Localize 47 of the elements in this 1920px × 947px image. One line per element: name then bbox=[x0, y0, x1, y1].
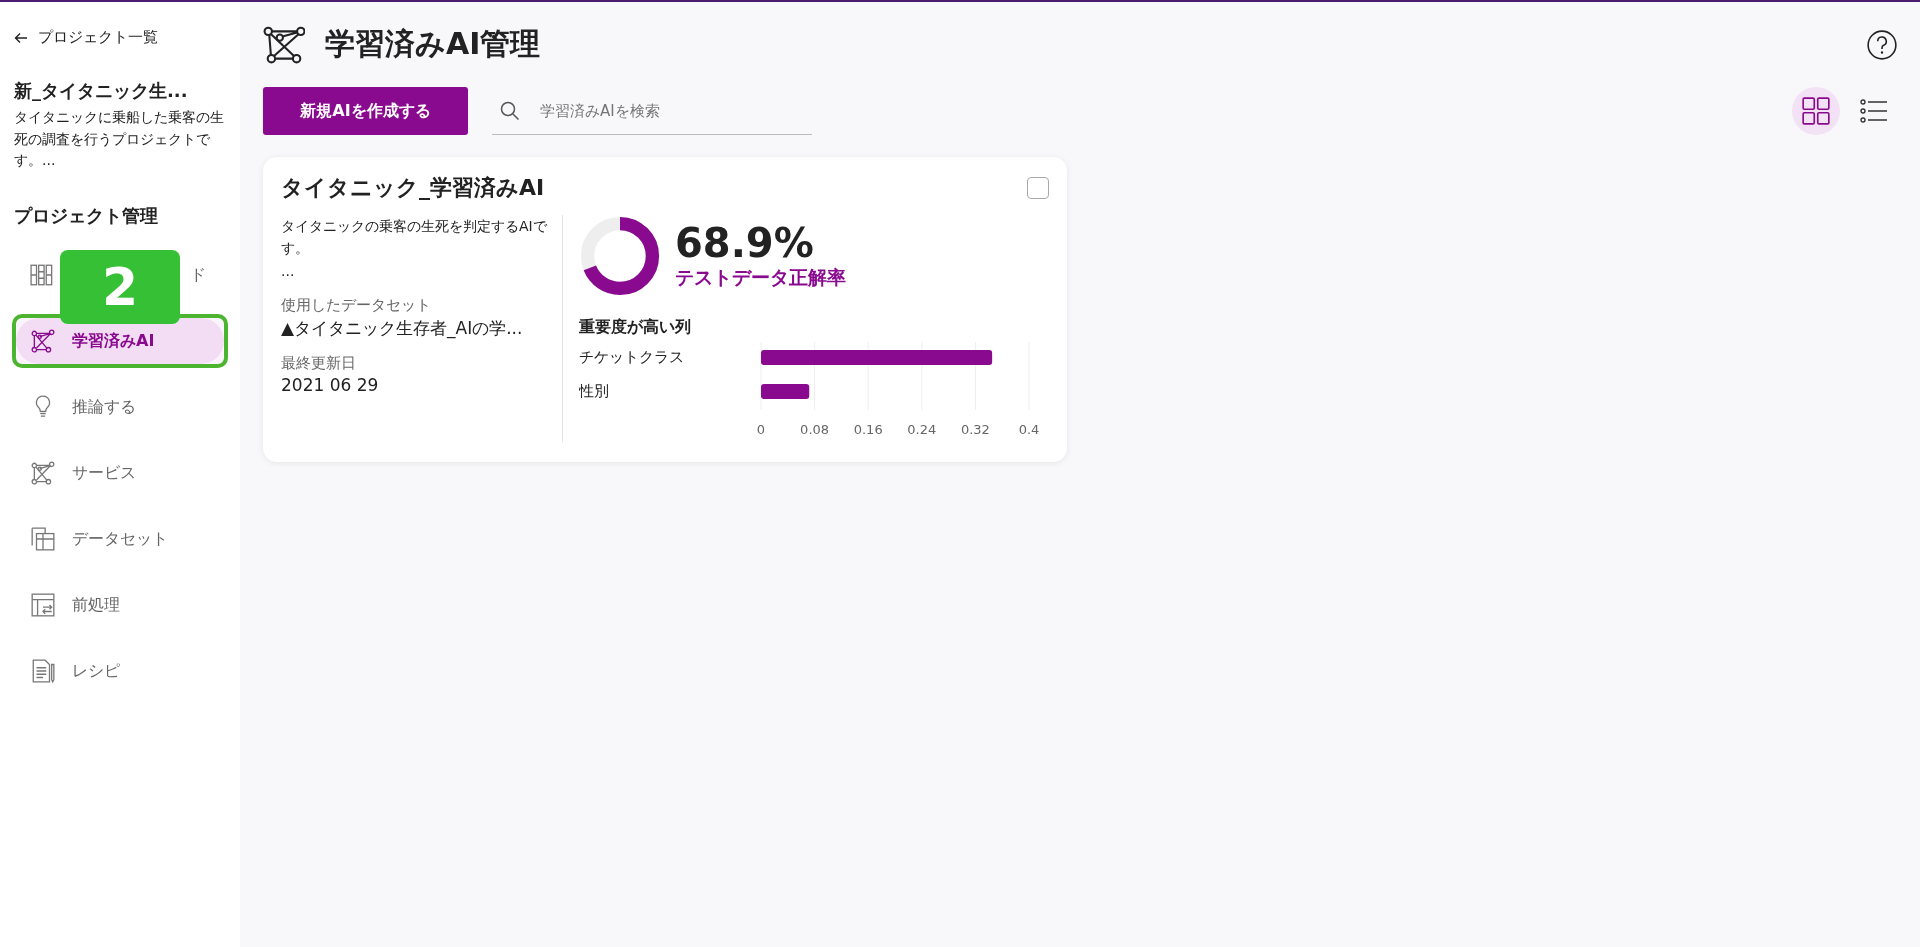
importance-bar bbox=[761, 384, 810, 399]
card-title: タイタニック_学習済みAI bbox=[281, 174, 545, 202]
page-title: 学習済みAI管理 bbox=[325, 25, 541, 63]
table-arrows-icon bbox=[30, 592, 56, 619]
axis-tick-label: 0.4 bbox=[1018, 422, 1040, 437]
dataset-name: ▲タイタニック生存者_AIの学... bbox=[281, 317, 524, 341]
updated-label: 最終更新日 bbox=[281, 354, 357, 374]
sidebar-item[interactable]: レシピ bbox=[16, 648, 224, 695]
axis-tick-label: 0.08 bbox=[800, 422, 830, 437]
grid-icon bbox=[1802, 97, 1830, 125]
back-arrow-icon bbox=[14, 30, 28, 45]
create-ai-button[interactable]: 新規AIを作成する bbox=[263, 87, 468, 135]
importance-title: 重要度が高い列 bbox=[579, 317, 692, 338]
card-checkbox[interactable] bbox=[1027, 177, 1049, 199]
accuracy-value: 68.9% bbox=[675, 221, 815, 265]
list-icon bbox=[1860, 97, 1888, 125]
sidebar-item[interactable]: サービス bbox=[16, 450, 224, 497]
project-title: 新_タイタニック生... bbox=[14, 79, 189, 103]
sidebar-item[interactable]: 学習済みAI bbox=[16, 318, 224, 365]
sidebar-item[interactable]: ド bbox=[190, 264, 206, 286]
card-description: タイタニックの乗客の生死を判定するAIです。 bbox=[281, 217, 548, 259]
more-text: ... bbox=[281, 261, 296, 281]
updated-date: 2021 06 29 bbox=[281, 375, 380, 396]
section-title: プロジェクト管理 bbox=[14, 204, 159, 229]
back-link[interactable]: プロジェクト一覧 bbox=[14, 28, 240, 47]
accuracy-label: テストデータ正解率 bbox=[675, 265, 846, 290]
network-link-icon bbox=[30, 460, 56, 487]
axis-tick-label: 0.24 bbox=[907, 422, 937, 437]
table-icon bbox=[30, 526, 56, 553]
axis-tick-label: 0.16 bbox=[853, 422, 883, 437]
category-label: 性別 bbox=[579, 382, 609, 400]
sidebar-item[interactable]: 前処理 bbox=[16, 582, 224, 629]
grid-view-button[interactable] bbox=[1792, 87, 1840, 135]
search-icon bbox=[500, 101, 520, 121]
search-field[interactable]: 学習済みAIを検索 bbox=[492, 87, 812, 135]
project-description: タイタニックに乗船した乗客の生死の調査を行うプロジェクトです。... bbox=[14, 108, 225, 171]
sidebar-item[interactable]: 推論する bbox=[16, 384, 224, 431]
help-icon[interactable] bbox=[1866, 28, 1898, 61]
document-pen-icon bbox=[30, 658, 56, 685]
network-icon bbox=[263, 25, 305, 64]
category-label: チケットクラス bbox=[579, 348, 684, 366]
dataset-label: 使用したデータセット bbox=[281, 296, 432, 316]
axis-tick-label: 0 bbox=[756, 422, 766, 437]
step-badge: 2 bbox=[60, 250, 180, 324]
network-icon bbox=[30, 328, 56, 355]
axis-tick-label: 0.32 bbox=[960, 422, 990, 437]
sidebar-item[interactable]: データセット bbox=[16, 516, 224, 563]
